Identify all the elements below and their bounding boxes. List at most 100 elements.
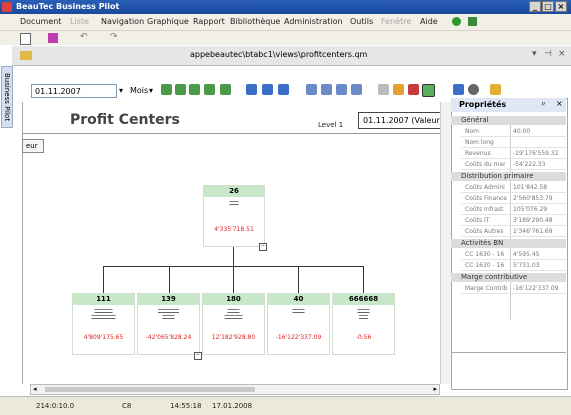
properties-icon[interactable] (453, 84, 464, 95)
tool-icon[interactable] (48, 33, 58, 43)
menu-outils[interactable]: Outils (350, 17, 373, 26)
node-id: 139 (138, 294, 199, 305)
tree-view-icon[interactable] (422, 84, 435, 97)
pin-dropdown-icon[interactable]: ▾ (532, 49, 537, 59)
title-bar: BeauTec Business Pilot _ □ × (0, 0, 571, 14)
zoom-out-icon[interactable] (321, 84, 332, 95)
tree-node-child[interactable]: 666668 ━━━━ ━━━ -0.56 (332, 293, 395, 355)
period-dropdown-icon[interactable]: ▾ (149, 86, 153, 95)
menu-administration[interactable]: Administration (284, 17, 343, 26)
node-value: 4'335'718.51 (214, 226, 254, 233)
scroll-left-icon[interactable]: ◂ (33, 385, 37, 393)
menu-navigation[interactable]: Navigation (101, 17, 144, 26)
chart-bar-icon[interactable] (490, 84, 501, 95)
property-value: 5'731.03 (513, 262, 540, 269)
sidebar-tab-business-pilot[interactable]: Business Pilot (1, 66, 13, 128)
date-field[interactable]: 01.11.2007 (31, 84, 117, 98)
properties-description-area (451, 352, 566, 353)
close-button[interactable]: × (555, 1, 567, 12)
home-icon[interactable] (393, 84, 404, 95)
nav-forward-icon[interactable] (220, 84, 231, 95)
zoom-in-icon[interactable] (306, 84, 317, 95)
scroll-thumb[interactable] (45, 387, 255, 392)
property-value: 4'595.45 (513, 251, 540, 258)
tree-node-child[interactable]: 139 ━━━━━━━ ━━━━ -42'065'828.24 (137, 293, 200, 355)
tree-node-child[interactable]: 40 ━━━━ -16'122'337.09 (267, 293, 330, 355)
minimize-button[interactable]: _ (529, 1, 541, 12)
print-icon[interactable] (278, 84, 289, 95)
property-value: 40.00 (513, 128, 531, 135)
collapse-icon[interactable]: − (194, 352, 202, 360)
green-status-icon[interactable] (452, 17, 461, 26)
close-properties-icon[interactable]: × (556, 99, 563, 108)
property-row: Marge Contrib -16'122'337.09 (461, 284, 566, 294)
maximize-button[interactable]: □ (542, 1, 554, 12)
nav-next-icon[interactable] (189, 84, 200, 95)
status-date: 17.01.2008 (212, 402, 253, 410)
scroll-right-icon[interactable]: ▸ (433, 385, 437, 393)
status-mode: C8 (122, 402, 132, 410)
property-value: -16'122'337.09 (513, 285, 559, 292)
divider (22, 133, 450, 134)
node-value: -16'122'337.09 (275, 334, 322, 341)
redo-icon[interactable]: ↷ (110, 32, 118, 42)
horizontal-scrollbar[interactable]: ◂ ▸ (30, 384, 440, 395)
pin-icon[interactable]: ⊣ (544, 49, 552, 59)
app-icon (2, 2, 12, 12)
property-row: Coûts Autres 1'346'761.69 (461, 227, 566, 237)
filter-icon[interactable] (408, 84, 419, 95)
nav-first-icon[interactable] (161, 84, 172, 95)
node-name: ━━━━━━━ ━━━━ (157, 307, 180, 319)
report-title: Profit Centers (70, 112, 180, 128)
property-value: 2'560'853.79 (513, 195, 553, 202)
section-general[interactable]: Général (451, 116, 566, 125)
zoom-page-icon[interactable] (351, 84, 362, 95)
node-name: ━━━━ ━━━ (357, 307, 370, 319)
node-name: ━━━━ ━━━━━━ (224, 307, 243, 319)
date-dropdown-icon[interactable]: ▾ (119, 86, 123, 95)
save-icon[interactable] (246, 84, 257, 95)
zoom-fit-icon[interactable] (336, 84, 347, 95)
folder-icon (20, 51, 32, 60)
section-activities[interactable]: Activités BN (451, 239, 566, 248)
tree-node-root[interactable]: 26 ━━━ 4'335'718.51 (203, 185, 265, 247)
new-document-icon[interactable] (20, 33, 31, 45)
tree-node-child[interactable]: 180 ━━━━ ━━━━━━ 12'182'928.80 (202, 293, 265, 355)
close-panel-icon[interactable]: × (558, 49, 566, 59)
menu-document[interactable]: Document (20, 17, 61, 26)
nav-last-icon[interactable] (204, 84, 215, 95)
nav-prev-icon[interactable] (175, 84, 186, 95)
node-id: 26 (204, 186, 264, 197)
section-primary-distribution[interactable]: Distribution primaire (451, 172, 566, 181)
property-key: Nom long (465, 139, 494, 146)
menu-rapport[interactable]: Rapport (193, 17, 225, 26)
layout-icon[interactable] (378, 84, 389, 95)
property-value: 101'842.58 (513, 184, 548, 191)
report-date-field: 01.11.2007 (Valeur) (358, 112, 442, 129)
menu-liste[interactable]: Liste (70, 17, 89, 26)
property-row: Nom long (461, 138, 566, 148)
pin-icon[interactable]: ᵖ (542, 100, 545, 109)
property-key: Coûts du mar (465, 161, 506, 168)
chart-icon[interactable] (468, 17, 477, 26)
menu-bibliotheque[interactable]: Bibliothèque (230, 17, 280, 26)
property-value: -19'176'559.32 (513, 150, 559, 157)
section-contribution-margin[interactable]: Marge contributive (451, 273, 566, 282)
menu-aide[interactable]: Aide (420, 17, 438, 26)
tree-node-child[interactable]: 111 ━━━━━━ ━━━━━━━━ 4'809'175.65 (72, 293, 135, 355)
property-key: Coûts Finance (465, 195, 508, 202)
property-value: -54'222.33 (513, 161, 546, 168)
undo-icon[interactable]: ↶ (80, 32, 88, 42)
property-value: 105'076.29 (513, 206, 548, 213)
currency-button[interactable]: eur (22, 139, 44, 153)
menu-bar: Document Liste Navigation Graphique Rapp… (0, 14, 571, 31)
refresh-icon[interactable] (468, 84, 479, 95)
period-select[interactable]: Mois (130, 86, 148, 95)
collapse-icon[interactable]: − (259, 243, 267, 251)
property-row: Coûts Admini 101'842.58 (461, 183, 566, 193)
menu-graphique[interactable]: Graphique (147, 17, 189, 26)
node-id: 180 (203, 294, 264, 305)
vertical-scrollbar[interactable] (440, 102, 451, 384)
export-icon[interactable] (262, 84, 273, 95)
menu-fenetre[interactable]: Fenêtre (381, 17, 411, 26)
